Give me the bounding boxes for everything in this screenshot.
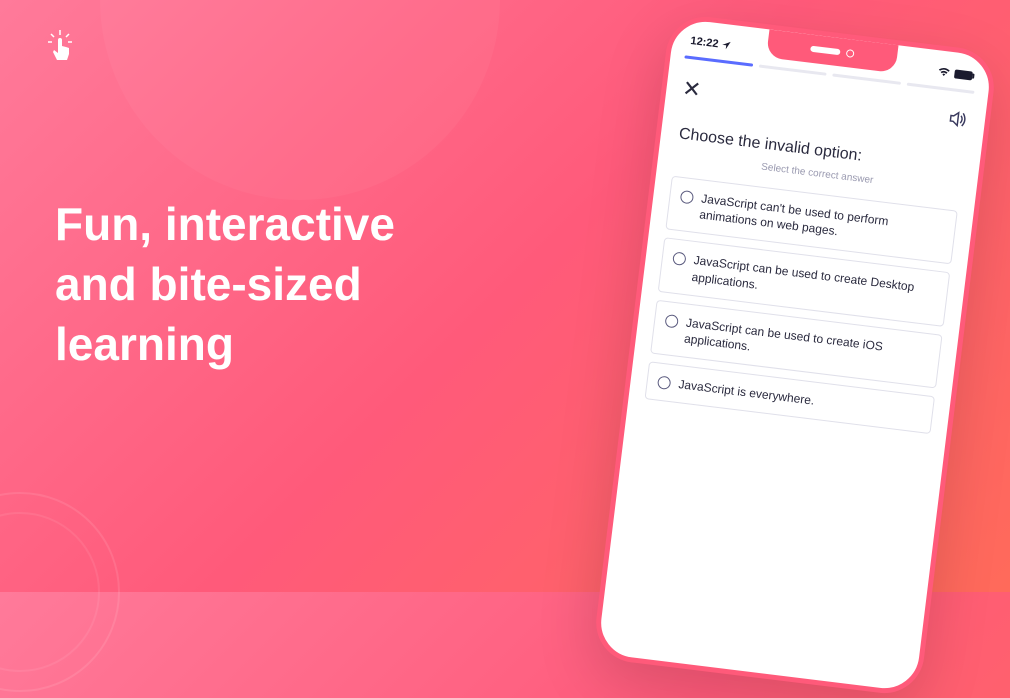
radio-icon [657,376,671,390]
phone-frame: 12:22 ✕ Choose the inval [592,12,999,697]
wifi-icon [937,66,951,78]
radio-icon [664,314,678,328]
phone-screen: 12:22 ✕ Choose the inval [613,33,977,676]
radio-icon [680,190,694,204]
radio-icon [672,252,686,266]
headline: Fun, interactive and bite-sized learning [55,195,395,374]
location-icon [721,40,732,51]
options-list: JavaScript can't be used to perform anim… [642,175,959,434]
status-time: 12:22 [690,35,719,50]
option-label: JavaScript can be used to create Desktop… [691,252,938,314]
close-icon[interactable]: ✕ [681,77,702,101]
tap-icon [40,28,80,68]
option-label: JavaScript can be used to create iOS app… [683,314,930,376]
speaker-icon[interactable] [945,107,970,136]
option-label: JavaScript can't be used to perform anim… [698,190,945,252]
option-label: JavaScript is everywhere. [678,376,816,409]
bg-shape [100,0,500,200]
battery-icon [954,69,973,80]
